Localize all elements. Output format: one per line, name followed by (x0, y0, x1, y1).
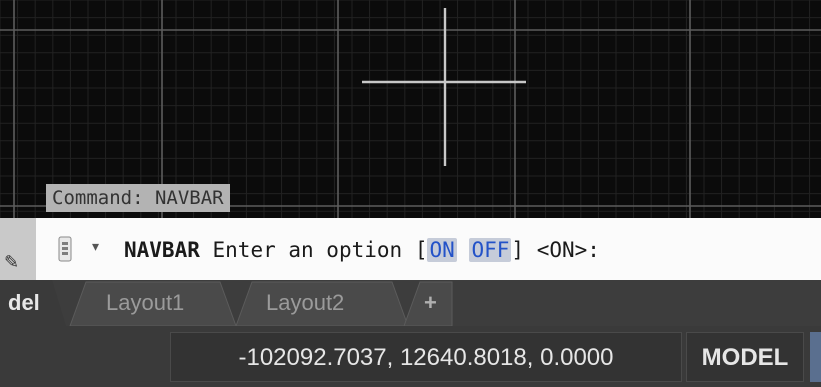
command-customize-icon[interactable] (58, 236, 72, 262)
command-prompt: NAVBAR Enter an option [ON OFF] <ON>: (124, 234, 600, 266)
tab-model[interactable]: del (8, 286, 40, 320)
layout-tabs: del Layout1 Layout2 + (0, 280, 821, 326)
command-line-grip[interactable]: ✎ (0, 218, 36, 280)
tab-layout2[interactable]: Layout2 (266, 286, 344, 320)
tab-layout1[interactable]: Layout1 (106, 286, 184, 320)
add-layout-button[interactable]: + (424, 286, 437, 320)
command-history-line: Command: NAVBAR (46, 184, 230, 212)
bracket-close: ] (511, 238, 525, 262)
option-on[interactable]: ON (427, 238, 457, 262)
coordinate-display[interactable]: -102092.7037, 12640.8018, 0.0000 (170, 332, 682, 382)
model-space-button[interactable]: MODEL (686, 332, 804, 382)
command-name: NAVBAR (124, 238, 200, 262)
bracket-open: [ (414, 238, 428, 262)
status-bar: -102092.7037, 12640.8018, 0.0000 MODEL (0, 326, 821, 387)
default-value: <ON>: (536, 238, 600, 262)
pencil-icon: ✎ (4, 252, 20, 272)
command-line-bar: ✎ ▾ NAVBAR Enter an option [ON OFF] <ON>… (0, 218, 821, 280)
prompt-text: Enter an option (212, 238, 403, 262)
drawing-canvas[interactable]: Command: NAVBAR (0, 0, 821, 218)
chevron-down-icon[interactable]: ▾ (92, 238, 99, 255)
option-off[interactable]: OFF (469, 238, 512, 262)
status-bar-next-button[interactable] (810, 332, 821, 382)
